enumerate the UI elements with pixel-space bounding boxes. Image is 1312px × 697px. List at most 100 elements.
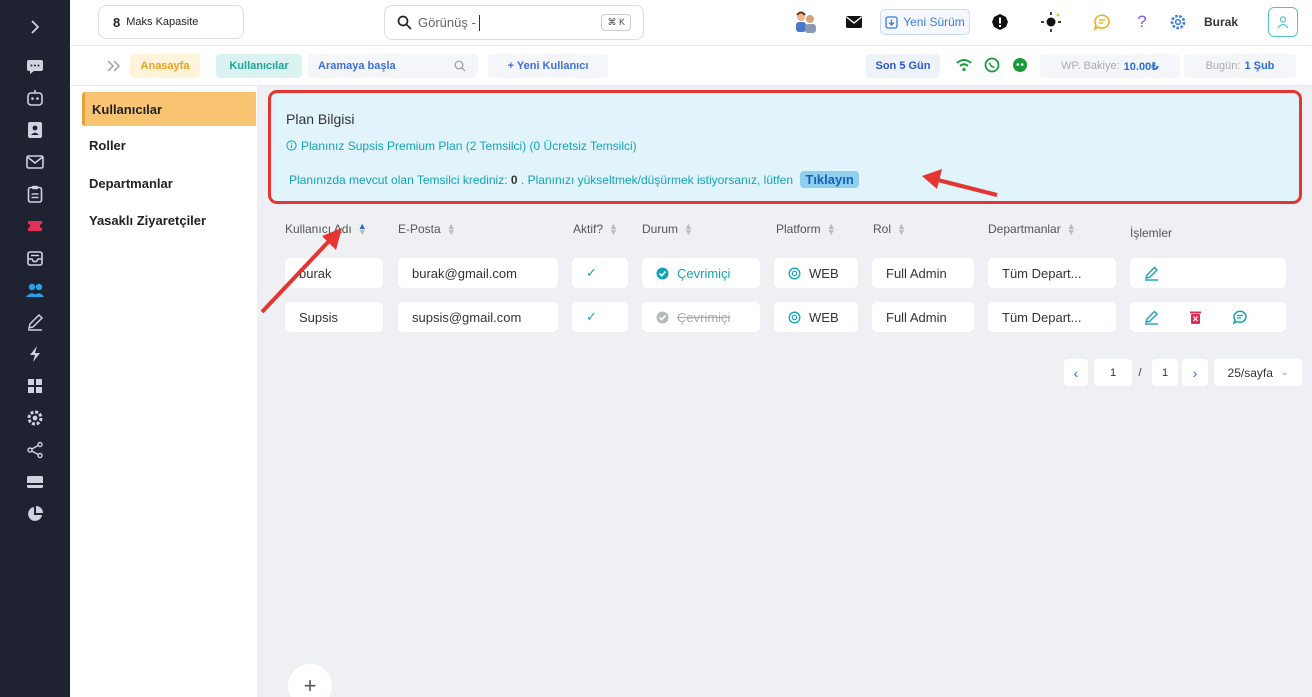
user-search-input[interactable]: Aramaya başla <box>308 54 478 78</box>
today-label: Bugün: <box>1205 60 1241 72</box>
wifi-icon <box>956 58 972 77</box>
contacts-icon[interactable] <box>0 117 70 143</box>
inbox-icon[interactable] <box>0 245 70 271</box>
cell-email[interactable]: supsis@gmail.com <box>398 302 558 332</box>
delete-icon[interactable] <box>1189 310 1202 325</box>
chevron-right-icon[interactable] <box>0 14 70 40</box>
top-bar: 8 Maks Kapasite Görünüş - ⌘ K Yeni Sürüm… <box>70 0 1312 46</box>
cell-actions <box>1130 258 1286 288</box>
cell-active[interactable]: ✓ <box>572 258 628 288</box>
subnav-item-roles[interactable]: Roller <box>82 128 256 162</box>
bot-icon[interactable] <box>0 85 70 111</box>
subnav-item-banned-visitors[interactable]: Yasaklı Ziyaretçiler <box>82 203 256 237</box>
cell-department[interactable]: Tüm Depart... <box>988 302 1116 332</box>
new-version-label: Yeni Sürüm <box>903 15 965 29</box>
last-days-button[interactable]: Son 5 Gün <box>866 54 940 78</box>
sort-icon: ▲ ▼ <box>1066 221 1076 237</box>
plan-title: Plan Bilgisi <box>286 111 355 127</box>
header-username[interactable]: Kullanıcı Adı ▲ ▼ <box>285 221 367 237</box>
chevron-down-icon: ⌄ <box>1280 367 1289 377</box>
header-role[interactable]: Rol ▲ ▼ <box>873 222 906 237</box>
upgrade-link[interactable]: Tıklayın <box>800 171 859 188</box>
pie-chart-icon[interactable] <box>0 501 70 527</box>
double-chevron-icon[interactable] <box>106 59 122 78</box>
capacity-label: Maks Kapasite <box>126 16 199 28</box>
agents-icon[interactable] <box>792 9 820 35</box>
credit-prefix: Planınızda mevcut olan Temsilci krediniz… <box>289 173 508 187</box>
grid-icon[interactable] <box>0 373 70 399</box>
cell-username[interactable]: burak <box>285 258 383 288</box>
comment-icon[interactable] <box>1090 9 1114 35</box>
search-icon <box>454 60 466 72</box>
envelope-icon[interactable] <box>842 9 866 35</box>
users-icon[interactable] <box>0 277 70 303</box>
search-box[interactable]: Görünüş - ⌘ K <box>384 5 644 40</box>
chat-icon[interactable] <box>0 54 70 80</box>
header-departments[interactable]: Departmanlar ▲ ▼ <box>988 221 1076 237</box>
wp-balance-value: 10.00₺ <box>1123 60 1159 73</box>
header-actions: İşlemler <box>1130 226 1173 240</box>
cell-role[interactable]: Full Admin <box>872 258 974 288</box>
new-user-button[interactable]: + Yeni Kullanıcı <box>488 54 608 78</box>
web-icon <box>788 311 801 323</box>
cell-platform[interactable]: WEB <box>774 258 858 288</box>
header-status[interactable]: Durum ▲ ▼ <box>642 222 693 237</box>
share-icon[interactable] <box>0 437 70 463</box>
prev-page-button[interactable]: ‹ <box>1064 359 1088 386</box>
bot-status-icon[interactable] <box>1012 57 1028 78</box>
breadcrumb-home[interactable]: Anasayfa <box>130 54 200 78</box>
header-email[interactable]: E-Posta ▲ ▼ <box>398 222 456 237</box>
theme-sun-icon[interactable] <box>1038 9 1064 35</box>
download-icon <box>885 15 898 29</box>
header-platform[interactable]: Platform ▲ ▼ <box>776 221 836 237</box>
check-circle-icon <box>656 267 669 279</box>
chat-bubble-icon[interactable] <box>1232 309 1248 325</box>
cell-active[interactable]: ✓ <box>572 302 628 332</box>
breadcrumb-users[interactable]: Kullanıcılar <box>216 54 302 78</box>
cell-platform[interactable]: WEB <box>774 302 858 332</box>
ticket-icon[interactable] <box>0 213 70 239</box>
subnav-item-departments[interactable]: Departmanlar <box>82 166 256 200</box>
user-name[interactable]: Burak <box>1204 9 1238 35</box>
page-size-select[interactable]: 25/sayfa ⌄ <box>1214 359 1302 386</box>
avatar[interactable] <box>1268 7 1298 37</box>
lightning-icon[interactable] <box>0 341 70 367</box>
edit-icon[interactable] <box>1144 266 1159 281</box>
sort-icon: ▲ ▼ <box>609 221 618 237</box>
mail-icon[interactable] <box>0 149 70 175</box>
cell-department[interactable]: Tüm Depart... <box>988 258 1116 288</box>
subnav-item-users[interactable]: Kullanıcılar <box>82 92 256 126</box>
today-value: 1 Şub <box>1244 60 1275 72</box>
sort-icon: ▲ ▼ <box>357 221 367 237</box>
next-page-button[interactable]: › <box>1182 359 1208 386</box>
icon-rail <box>0 0 70 697</box>
search-shortcut: ⌘ K <box>601 14 631 31</box>
clipboard-icon[interactable] <box>0 181 70 207</box>
gear-icon[interactable] <box>1166 9 1190 35</box>
cell-status[interactable]: Çevrimiçi <box>642 302 760 332</box>
alert-icon[interactable] <box>988 9 1012 35</box>
search-icon <box>397 15 412 30</box>
help-icon[interactable]: ? <box>1130 9 1154 35</box>
card-icon[interactable] <box>0 469 70 495</box>
cell-email[interactable]: burak@gmail.com <box>398 258 558 288</box>
credit-suffix: . Planınızı yükseltmek/düşürmek istiyors… <box>520 173 794 187</box>
cell-role[interactable]: Full Admin <box>872 302 974 332</box>
search-input[interactable]: Görünüş - <box>418 15 476 30</box>
cell-actions <box>1130 302 1286 332</box>
settings-icon[interactable] <box>0 405 70 431</box>
cell-status[interactable]: Çevrimiçi <box>642 258 760 288</box>
sort-icon: ▲ ▼ <box>826 221 836 237</box>
credit-value: 0 <box>510 173 518 187</box>
plan-credit-line: Planınızda mevcut olan Temsilci krediniz… <box>289 171 859 188</box>
pen-icon[interactable] <box>0 309 70 335</box>
capacity-box: 8 Maks Kapasite <box>98 5 244 39</box>
cell-username[interactable]: Supsis <box>285 302 383 332</box>
whatsapp-icon[interactable] <box>984 57 1000 78</box>
edit-icon[interactable] <box>1144 310 1159 325</box>
new-version-button[interactable]: Yeni Sürüm <box>880 9 970 35</box>
add-button[interactable]: + <box>288 664 332 697</box>
check-circle-icon <box>656 311 669 323</box>
page-input[interactable]: 1 <box>1094 359 1132 386</box>
header-active[interactable]: Aktif? ▲ ▼ <box>573 221 618 237</box>
